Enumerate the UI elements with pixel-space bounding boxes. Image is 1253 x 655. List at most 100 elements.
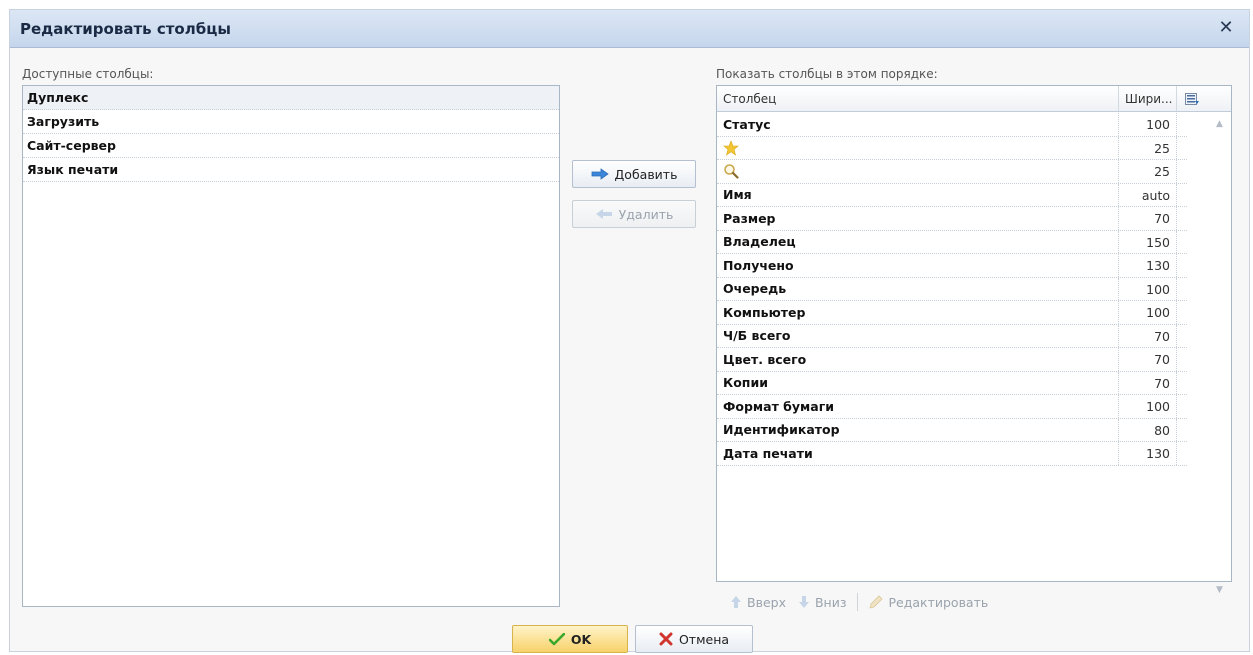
cell-column-name: Статус [717, 113, 1119, 136]
scroll-down-icon[interactable]: ▼ [1216, 585, 1223, 595]
cell-pad [1177, 348, 1187, 371]
cell-column-width[interactable]: auto [1119, 183, 1177, 206]
checkmark-icon [548, 632, 565, 645]
remove-button-label: Удалить [618, 206, 674, 222]
cell-column-name: Компьютер [717, 301, 1119, 324]
arrow-left-icon [595, 209, 612, 219]
table-row[interactable]: Ч/Б всего 70 [717, 324, 1187, 348]
cell-column-width[interactable]: 100 [1119, 277, 1177, 300]
cell-column-name [717, 160, 1119, 183]
cell-pad [1177, 325, 1187, 348]
available-column-item[interactable]: Сайт-сервер [23, 134, 559, 158]
column-menu-icon[interactable] [1177, 86, 1207, 111]
cell-pad [1177, 301, 1187, 324]
cell-column-width[interactable]: 70 [1119, 348, 1177, 371]
table-row[interactable]: Цвет. всего 70 [717, 348, 1187, 372]
cancel-button[interactable]: Отмена [635, 625, 753, 653]
table-row[interactable]: Копии 70 [717, 371, 1187, 395]
cell-pad [1177, 372, 1187, 395]
table-row[interactable]: Идентификатор 80 [717, 418, 1187, 442]
arrow-right-icon [591, 168, 609, 180]
cell-column-width[interactable]: 150 [1119, 230, 1177, 253]
cell-column-name: Очередь [717, 277, 1119, 300]
pencil-icon [868, 595, 883, 609]
cell-pad [1177, 207, 1187, 230]
table-row[interactable]: Имя auto [717, 183, 1187, 207]
cell-pad [1177, 442, 1187, 465]
table-row[interactable]: Получено 130 [717, 254, 1187, 278]
cell-column-width[interactable]: 80 [1119, 418, 1177, 441]
grid-scrollbar[interactable]: ▲ ▼ [1211, 113, 1231, 601]
toolbar-separator [856, 593, 858, 611]
cell-column-width[interactable]: 70 [1119, 371, 1177, 394]
table-row[interactable]: Статус 100 [717, 113, 1187, 137]
cell-pad [1177, 254, 1187, 277]
edit-columns-dialog: Редактировать столбцы ✕ Доступные столбц… [9, 9, 1250, 653]
cell-column-name: Получено [717, 254, 1119, 277]
arrow-down-icon [798, 596, 809, 608]
cell-column-width[interactable]: 25 [1119, 160, 1177, 183]
cell-column-width[interactable]: 100 [1119, 301, 1177, 324]
cell-column-name: Идентификатор [717, 418, 1119, 441]
cell-column-width[interactable]: 70 [1119, 207, 1177, 230]
cell-column-name [717, 136, 1119, 159]
scroll-up-icon[interactable]: ▲ [1216, 119, 1223, 129]
cell-column-name: Размер [717, 207, 1119, 230]
add-button[interactable]: Добавить [572, 160, 696, 188]
cell-pad [1177, 231, 1187, 254]
remove-button[interactable]: Удалить [572, 200, 696, 228]
grid-header: Столбец Шири... [717, 86, 1231, 112]
magnifier-icon [724, 164, 739, 179]
edit-button[interactable]: Редактировать [864, 594, 993, 610]
dialog-title: Редактировать столбцы [20, 20, 231, 38]
shown-columns-grid: Столбец Шири... Статус 100 25 25 Имя auto Разм… [716, 85, 1232, 595]
cell-column-width[interactable]: 100 [1119, 395, 1177, 418]
table-row[interactable]: Дата печати 130 [717, 442, 1187, 466]
cell-column-width[interactable]: 130 [1119, 442, 1177, 465]
order-toolbar: Вверх Вниз Редактировать [726, 590, 992, 614]
ok-button[interactable]: OK [512, 625, 628, 653]
table-row[interactable]: 25 [717, 160, 1187, 184]
header-column-name[interactable]: Столбец [717, 86, 1119, 111]
cell-column-width[interactable]: 100 [1119, 113, 1177, 136]
grid-body: Статус 100 25 25 Имя auto Размер 70 Владелец 150 П… [717, 113, 1187, 601]
cell-column-name: Формат бумаги [717, 395, 1119, 418]
cancel-button-label: Отмена [678, 631, 730, 647]
cell-pad [1177, 419, 1187, 442]
table-row[interactable]: Владелец 150 [717, 230, 1187, 254]
table-row[interactable]: Формат бумаги 100 [717, 395, 1187, 419]
cell-column-width[interactable]: 70 [1119, 324, 1177, 347]
cell-column-width[interactable]: 25 [1119, 136, 1177, 159]
available-columns-list[interactable]: Дуплекс Загрузить Сайт-сервер Язык печати [22, 85, 560, 607]
available-column-item[interactable]: Язык печати [23, 158, 559, 182]
cell-column-name: Имя [717, 183, 1119, 206]
move-down-label: Вниз [814, 594, 847, 610]
cell-column-name: Копии [717, 371, 1119, 394]
available-columns-label: Доступные столбцы: [22, 67, 154, 81]
cell-column-width[interactable]: 130 [1119, 254, 1177, 277]
cell-column-name: Дата печати [717, 442, 1119, 465]
table-row[interactable]: 25 [717, 136, 1187, 160]
arrow-up-icon [731, 596, 741, 608]
cell-pad [1177, 184, 1187, 207]
table-row[interactable]: Размер 70 [717, 207, 1187, 231]
close-icon[interactable]: ✕ [1215, 17, 1237, 39]
cell-column-name: Владелец [717, 230, 1119, 253]
table-row[interactable]: Очередь 100 [717, 277, 1187, 301]
edit-label: Редактировать [888, 594, 989, 610]
cell-pad [1177, 113, 1187, 136]
star-icon [723, 139, 739, 156]
cross-icon [659, 632, 673, 646]
dialog-titlebar: Редактировать столбцы ✕ [10, 10, 1249, 48]
table-row[interactable]: Компьютер 100 [717, 301, 1187, 325]
add-button-label: Добавить [614, 166, 678, 182]
available-column-item[interactable]: Загрузить [23, 110, 559, 134]
cell-pad [1177, 137, 1187, 160]
move-up-button[interactable]: Вверх [726, 595, 790, 610]
move-up-label: Вверх [747, 594, 786, 610]
move-down-button[interactable]: Вниз [794, 595, 851, 610]
shown-columns-label: Показать столбцы в этом порядке: [716, 67, 938, 81]
header-column-width[interactable]: Шири... [1119, 86, 1177, 111]
available-column-item[interactable]: Дуплекс [23, 86, 559, 110]
cell-column-name: Цвет. всего [717, 348, 1119, 371]
